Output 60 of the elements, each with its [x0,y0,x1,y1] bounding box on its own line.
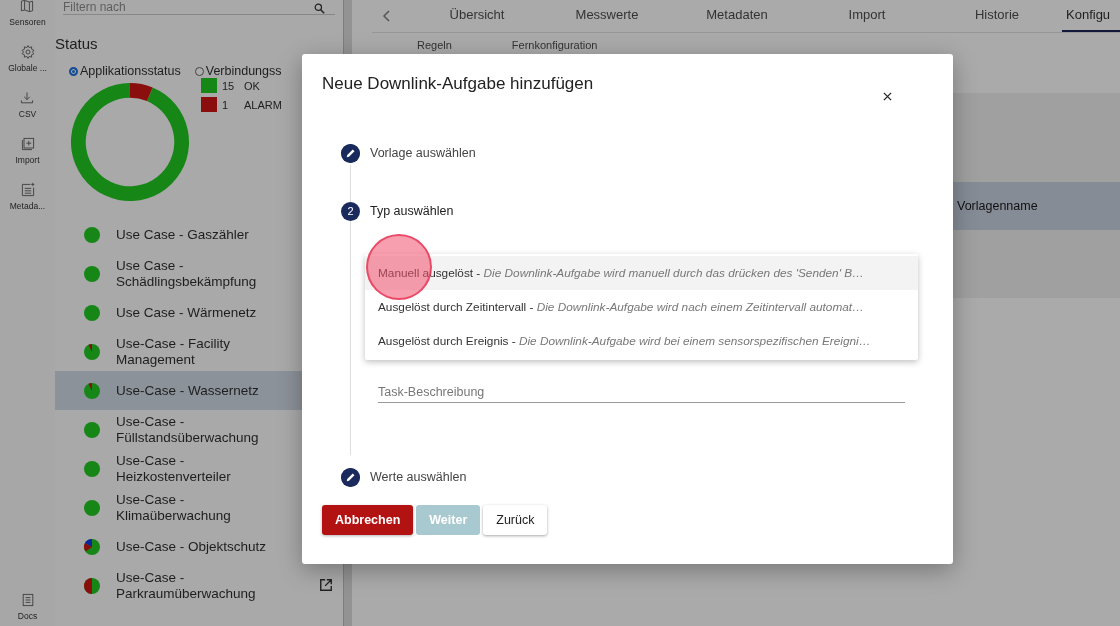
status-pie-icon [83,420,101,439]
column-header: Vorlagenname [957,199,1038,213]
rail-item[interactable]: Metada... [9,182,46,230]
settings-icon [19,44,36,60]
rail-item[interactable]: Import [15,136,40,184]
step-number: 2 [341,201,360,221]
section-title: Status [55,35,99,52]
rail-item[interactable]: Globale ... [8,44,47,92]
radio-option[interactable]: Applikationsstatus [69,64,181,78]
description-field[interactable]: Task-Beschreibung [378,385,905,403]
use-case-item[interactable]: Use-Case - Heizkostenverteiler [55,449,343,488]
dialog-button[interactable]: Zurück [483,505,548,535]
download-icon [19,90,36,106]
sub-tab[interactable]: Regeln [417,39,452,51]
status-pie-icon [83,459,101,478]
legend-label: OK [244,79,260,92]
tab[interactable]: Messwerte [542,0,672,32]
radio-option[interactable]: Verbindungss [194,64,282,78]
use-case-item[interactable]: Use Case - Gaszähler [55,215,343,254]
tab[interactable]: Konfigu [1062,0,1120,32]
status-pie-icon [83,342,101,361]
dialog-button[interactable]: Abbrechen [322,505,414,535]
step-label: Vorlage auswählen [370,146,476,160]
status-pie-icon [83,498,101,517]
use-case-item[interactable]: Use-Case - Parkraumüberwachung [55,566,343,605]
status-pie-icon [83,264,101,283]
tab[interactable]: Übersicht [412,0,542,32]
status-pie-icon [83,381,101,400]
rail-item[interactable]: Docs [17,592,38,626]
use-case-item[interactable]: Use-Case - Füllstandsüberwachung [55,410,343,449]
rail-item[interactable]: Sensoren [9,0,46,46]
dialog-title: Neue Downlink-Aufgabe hinzufügen [322,74,594,95]
legend-count: 15 [222,79,236,92]
chevron-left-icon[interactable] [382,9,392,23]
status-pie-icon [83,537,101,556]
external-link-icon[interactable] [319,578,333,592]
add-icon [19,136,36,152]
status-pie-icon [83,303,101,322]
tab[interactable]: Import [802,0,932,32]
sub-tab[interactable]: Fernkonfiguration [511,39,598,51]
use-case-item[interactable]: Use Case - Schädlingsbekämpfung [55,254,343,293]
list-icon [19,182,36,198]
close-icon[interactable] [883,92,892,101]
use-case-item[interactable]: Use-Case - Facility Management [55,332,343,371]
pencil-icon [341,143,360,163]
legend-count: 1 [222,98,230,111]
map-icon [19,0,36,14]
dropdown-option[interactable]: Ausgelöst durch Ereignis - Die Downlink-Aufgabe wird bei einem sensorspezifischen Ereigni… [365,324,918,358]
status-pie-icon [83,225,101,244]
tab[interactable]: Metadaten [672,0,802,32]
status-pie-icon [83,576,101,595]
use-case-item[interactable]: Use Case - Wärmenetz [55,293,343,332]
legend-label: ALARM [244,98,282,111]
rail-item[interactable]: CSV [18,90,37,138]
dropdown-option[interactable]: Ausgelöst durch Zeitintervall - Die Downlink-Aufgabe wird nach einem Zeitintervall automat… [365,290,918,324]
pencil-icon [341,467,360,487]
tab[interactable]: Historie [932,0,1062,32]
step-label: Typ auswählen [370,204,454,218]
search-icon [314,3,325,14]
step-label: Werte auswählen [370,470,467,484]
